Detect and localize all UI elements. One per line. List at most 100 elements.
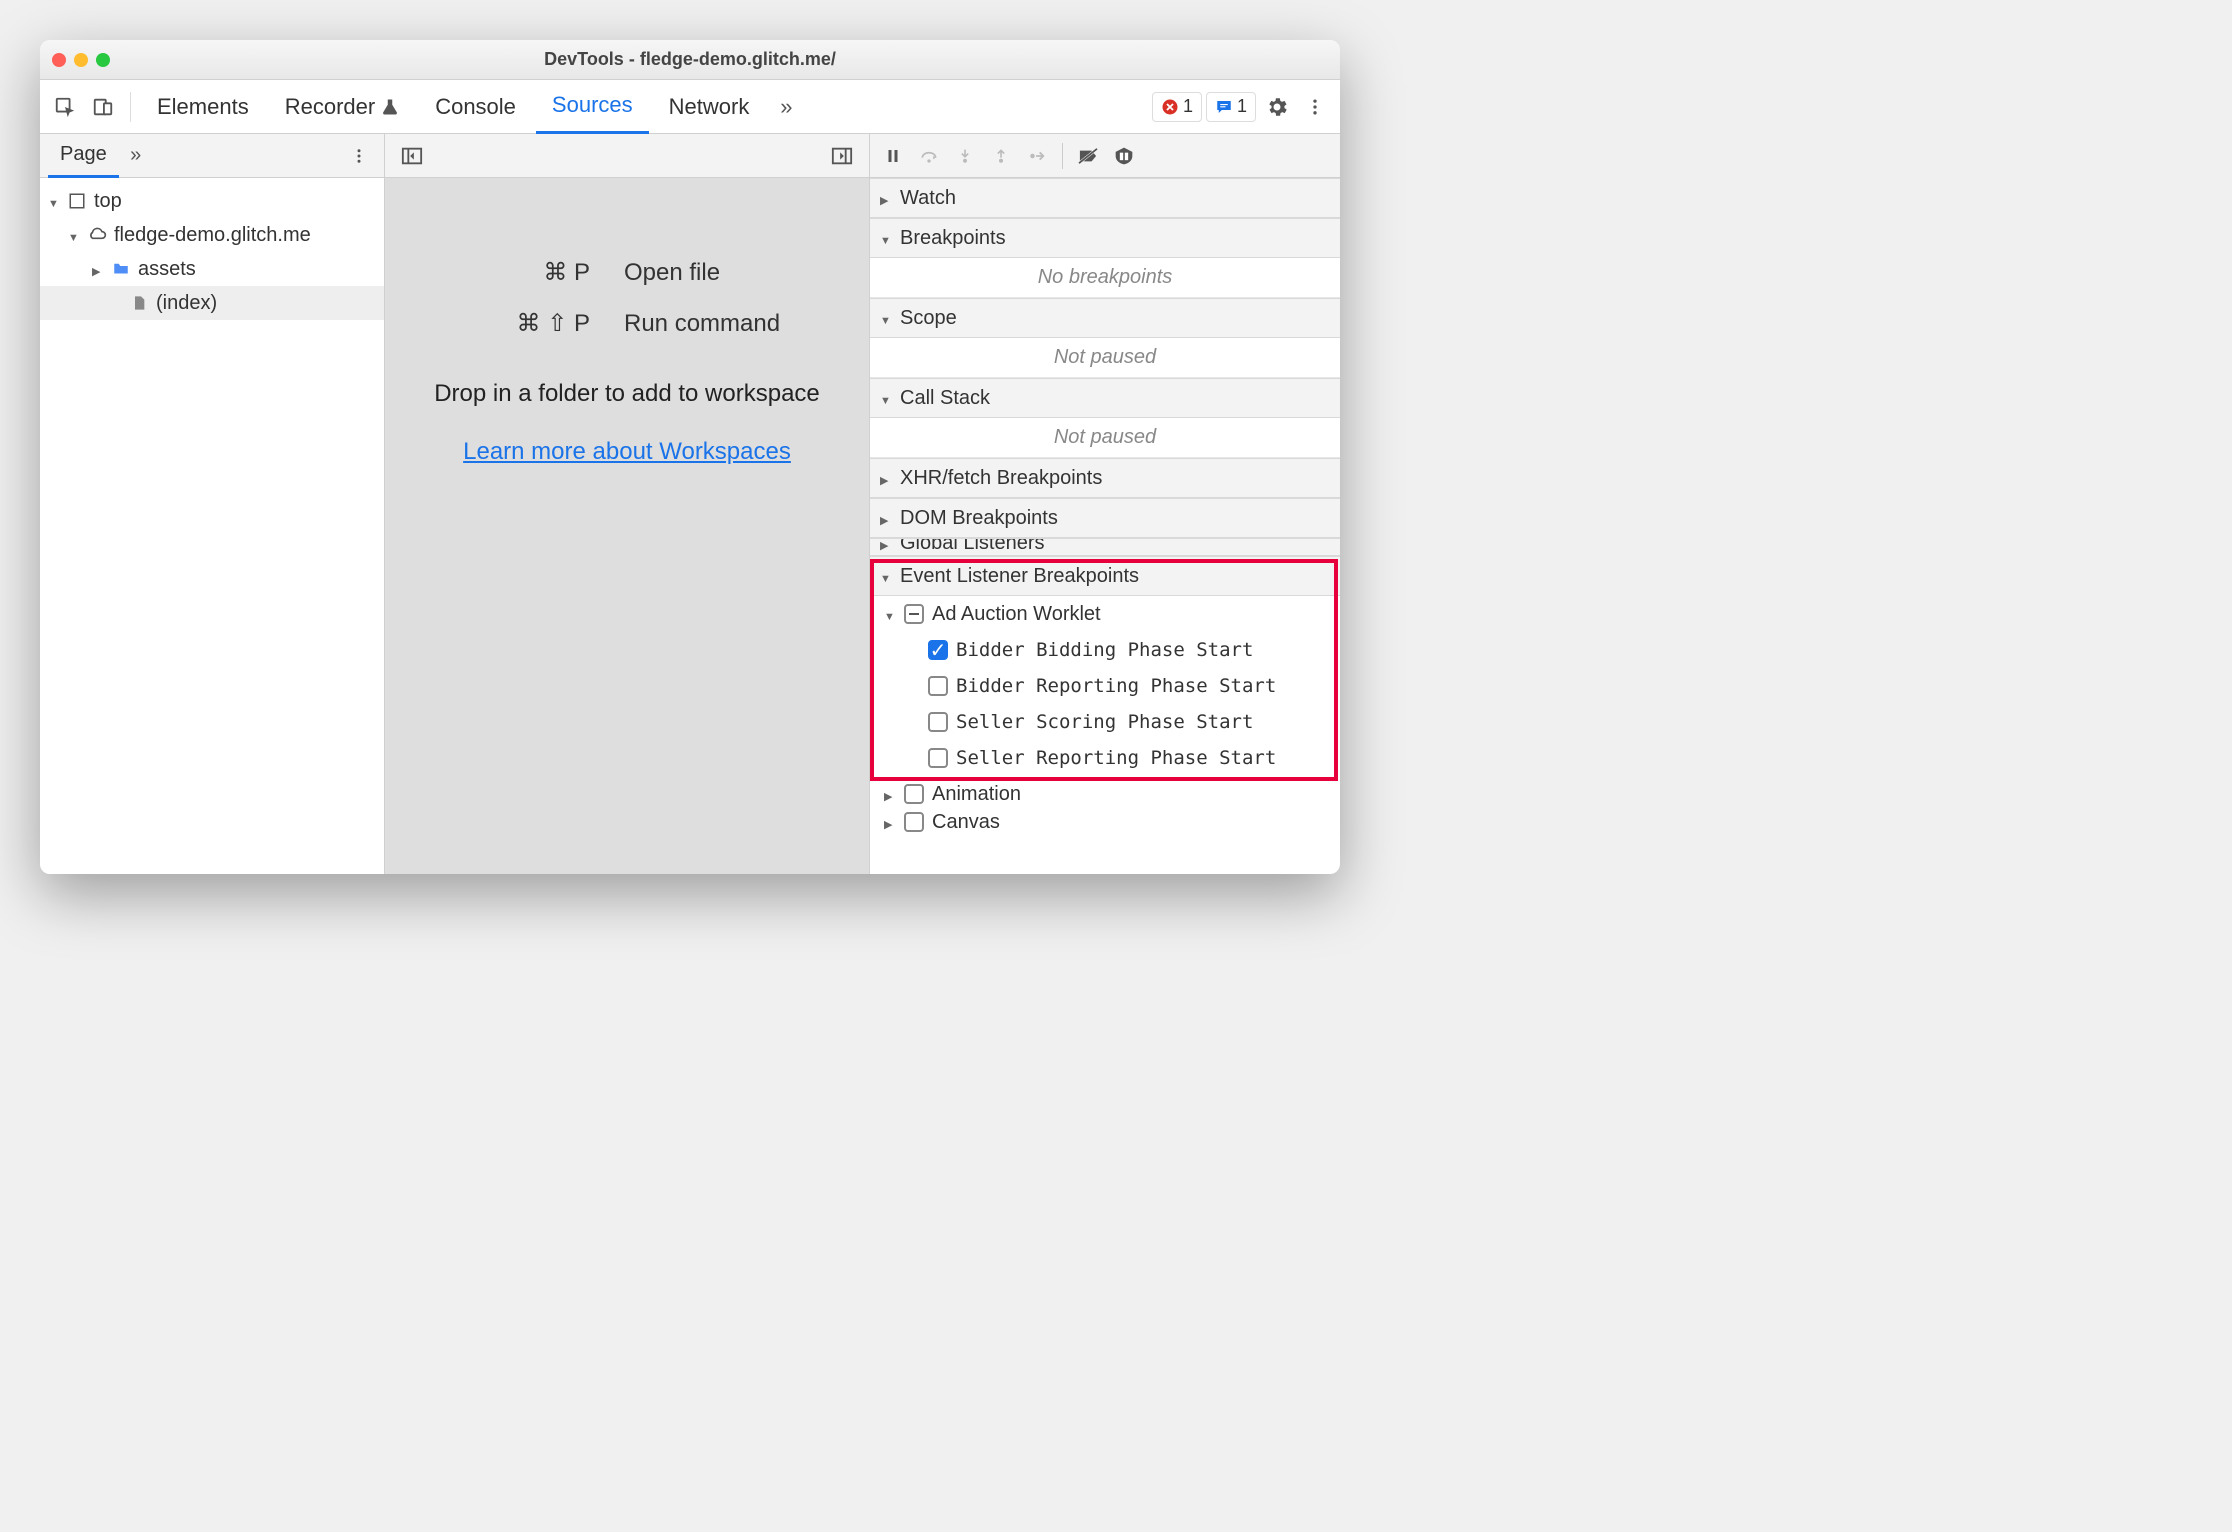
seller-reporting-label: Seller Reporting Phase Start — [956, 747, 1276, 769]
file-tree: top fledge-demo.glitch.me assets (index — [40, 178, 384, 874]
flask-icon — [381, 98, 399, 116]
section-callstack[interactable]: Call Stack — [870, 378, 1340, 418]
more-tabs-icon[interactable]: » — [769, 90, 803, 124]
error-counter[interactable]: 1 — [1152, 92, 1202, 122]
editor-pane: ⌘ P Open file ⌘ ⇧ P Run command Drop in … — [385, 134, 870, 874]
canvas-label: Canvas — [932, 812, 1000, 832]
message-icon — [1215, 98, 1233, 116]
hint-open-file: ⌘ P Open file — [410, 258, 844, 287]
bidder-reporting-label: Bidder Reporting Phase Start — [956, 675, 1276, 697]
drop-hint: Drop in a folder to add to workspace — [434, 380, 820, 408]
breakpoints-body: No breakpoints — [870, 258, 1340, 298]
window-title: DevTools - fledge-demo.glitch.me/ — [40, 49, 1340, 70]
section-scope[interactable]: Scope — [870, 298, 1340, 338]
navigator-header: Page » — [40, 134, 384, 178]
scope-label: Scope — [900, 307, 957, 330]
runcmd-label: Run command — [624, 310, 844, 338]
debugger-pane: Watch Breakpoints No breakpoints Scope N… — [870, 134, 1340, 874]
debugger-sections: Watch Breakpoints No breakpoints Scope N… — [870, 178, 1340, 874]
animation-label: Animation — [932, 783, 1021, 806]
step-over-icon[interactable] — [912, 139, 946, 173]
pause-icon[interactable] — [876, 139, 910, 173]
category-ad-auction[interactable]: Ad Auction Worklet — [870, 596, 1340, 632]
debugger-toolbar — [870, 134, 1340, 178]
folder-icon — [110, 258, 132, 280]
callstack-body: Not paused — [870, 418, 1340, 458]
step-icon[interactable] — [1020, 139, 1054, 173]
tree-domain[interactable]: fledge-demo.glitch.me — [40, 218, 384, 252]
section-event-listener[interactable]: Event Listener Breakpoints — [870, 556, 1340, 596]
category-canvas[interactable]: Canvas — [870, 812, 1340, 832]
checkbox-ad-auction[interactable] — [904, 604, 924, 624]
tree-assets[interactable]: assets — [40, 252, 384, 286]
ad-auction-label: Ad Auction Worklet — [932, 603, 1101, 626]
tab-console[interactable]: Console — [419, 80, 532, 134]
inspect-icon[interactable] — [48, 90, 82, 124]
message-count: 1 — [1237, 96, 1247, 117]
frame-icon — [66, 190, 88, 212]
checkbox-seller-reporting[interactable] — [928, 748, 948, 768]
more-navigator-tabs-icon[interactable]: » — [119, 139, 153, 173]
watch-label: Watch — [900, 187, 956, 210]
tree-top[interactable]: top — [40, 184, 384, 218]
pause-on-exceptions-icon[interactable] — [1107, 139, 1141, 173]
settings-icon[interactable] — [1260, 90, 1294, 124]
runcmd-keys: ⌘ ⇧ P — [410, 309, 590, 338]
bp-seller-reporting[interactable]: Seller Reporting Phase Start — [870, 740, 1340, 776]
event-listener-rest: Animation Canvas — [870, 776, 1340, 832]
show-debugger-icon[interactable] — [825, 139, 859, 173]
dom-label: DOM Breakpoints — [900, 507, 1058, 530]
file-icon — [128, 292, 150, 314]
breakpoints-label: Breakpoints — [900, 227, 1006, 250]
category-animation[interactable]: Animation — [870, 776, 1340, 812]
openfile-label: Open file — [624, 259, 844, 287]
openfile-keys: ⌘ P — [410, 258, 590, 287]
tab-recorder[interactable]: Recorder — [269, 80, 415, 134]
tab-recorder-label: Recorder — [285, 94, 375, 120]
bp-seller-scoring[interactable]: Seller Scoring Phase Start — [870, 704, 1340, 740]
tab-network[interactable]: Network — [653, 80, 766, 134]
bp-bidder-reporting[interactable]: Bidder Reporting Phase Start — [870, 668, 1340, 704]
section-xhr[interactable]: XHR/fetch Breakpoints — [870, 458, 1340, 498]
tree-top-label: top — [94, 190, 122, 213]
learn-workspaces-link[interactable]: Learn more about Workspaces — [463, 438, 791, 466]
show-navigator-icon[interactable] — [395, 139, 429, 173]
checkbox-bidder-bidding[interactable]: ✓ — [928, 640, 948, 660]
step-into-icon[interactable] — [948, 139, 982, 173]
tree-assets-label: assets — [138, 258, 196, 281]
tab-elements[interactable]: Elements — [141, 80, 265, 134]
device-toggle-icon[interactable] — [86, 90, 120, 124]
section-watch[interactable]: Watch — [870, 178, 1340, 218]
navigator-kebab-icon[interactable] — [342, 139, 376, 173]
section-global[interactable]: Global Listeners — [870, 538, 1340, 556]
hint-run-command: ⌘ ⇧ P Run command — [410, 309, 844, 338]
tree-index-label: (index) — [156, 292, 217, 315]
tree-index[interactable]: (index) — [40, 286, 384, 320]
sources-body: Page » top fledge-demo.glitch.me — [40, 134, 1340, 874]
bidder-bidding-label: Bidder Bidding Phase Start — [956, 639, 1253, 661]
message-counter[interactable]: 1 — [1206, 92, 1256, 122]
seller-scoring-label: Seller Scoring Phase Start — [956, 711, 1253, 733]
error-count: 1 — [1183, 96, 1193, 117]
section-breakpoints[interactable]: Breakpoints — [870, 218, 1340, 258]
kebab-icon[interactable] — [1298, 90, 1332, 124]
tree-domain-label: fledge-demo.glitch.me — [114, 224, 311, 247]
checkbox-bidder-reporting[interactable] — [928, 676, 948, 696]
global-label: Global Listeners — [900, 538, 1045, 555]
section-dom[interactable]: DOM Breakpoints — [870, 498, 1340, 538]
xhr-label: XHR/fetch Breakpoints — [900, 467, 1102, 490]
step-out-icon[interactable] — [984, 139, 1018, 173]
tab-sources[interactable]: Sources — [536, 80, 649, 134]
bp-bidder-bidding[interactable]: ✓ Bidder Bidding Phase Start — [870, 632, 1340, 668]
deactivate-breakpoints-icon[interactable] — [1071, 139, 1105, 173]
navigator-pane: Page » top fledge-demo.glitch.me — [40, 134, 385, 874]
editor-header — [385, 134, 869, 178]
checkbox-seller-scoring[interactable] — [928, 712, 948, 732]
page-tab[interactable]: Page — [48, 134, 119, 178]
main-tabs: Elements Recorder Console Sources Networ… — [40, 80, 1340, 134]
titlebar: DevTools - fledge-demo.glitch.me/ — [40, 40, 1340, 80]
scope-body: Not paused — [870, 338, 1340, 378]
event-listener-label: Event Listener Breakpoints — [900, 565, 1139, 588]
checkbox-canvas[interactable] — [904, 812, 924, 832]
checkbox-animation[interactable] — [904, 784, 924, 804]
